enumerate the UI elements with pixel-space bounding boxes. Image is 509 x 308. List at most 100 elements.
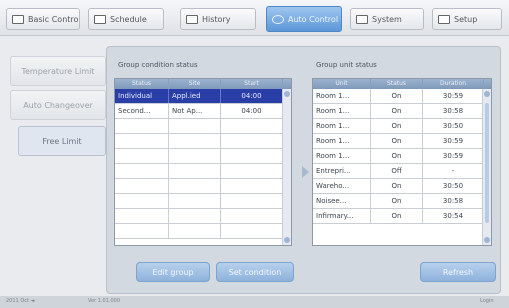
table-cell: On xyxy=(371,89,423,103)
top-nav: Basic Control Schedule History Auto Cont… xyxy=(0,0,509,36)
calendar-icon xyxy=(94,14,106,24)
table-header: Unit Status Duration xyxy=(313,79,491,89)
table-row[interactable] xyxy=(115,119,291,134)
scroll-up-icon[interactable] xyxy=(484,91,490,97)
table-row[interactable]: Room 1... On 30:59 xyxy=(313,134,491,149)
status-left: 2011 Oct ◄ xyxy=(6,298,35,304)
table-cell: Second... xyxy=(115,104,169,118)
table-row[interactable]: Individual Appl.ied 04:00 xyxy=(115,89,291,104)
scroll-thumb[interactable] xyxy=(485,103,489,223)
tab-history[interactable]: History xyxy=(180,8,256,30)
table-row[interactable] xyxy=(115,164,291,179)
table-cell: Room 1... xyxy=(313,89,371,103)
group-condition-title: Group condition status xyxy=(118,61,198,69)
table-cell: 30:50 xyxy=(423,179,484,193)
table-cell: Room 1... xyxy=(313,119,371,133)
table-cell: 04:00 xyxy=(221,104,283,118)
table-row[interactable]: Infirmary... On 30:54 xyxy=(313,209,491,224)
table-cell: 30:54 xyxy=(423,209,484,223)
monitor-icon xyxy=(12,14,24,24)
table-row[interactable]: Room 1... On 30:58 xyxy=(313,104,491,119)
table-header: Status Site Start xyxy=(115,79,291,89)
table-cell: Individual xyxy=(115,89,169,103)
scrollbar[interactable] xyxy=(482,89,491,245)
group-unit-table: Unit Status Duration Room 1... On 30:59 … xyxy=(312,78,492,246)
table-row[interactable]: Entrepri... Off - xyxy=(313,164,491,179)
history-icon xyxy=(186,14,198,24)
table-cell: On xyxy=(371,119,423,133)
tab-label: Basic Control xyxy=(28,14,80,24)
column-header: Duration xyxy=(423,79,484,89)
table-cell: On xyxy=(371,209,423,223)
scroll-up-icon[interactable] xyxy=(284,91,290,97)
scrollbar[interactable] xyxy=(282,89,291,245)
status-version: Ver 1.01.000 xyxy=(88,298,121,304)
table-row[interactable]: Room 1... On 30:59 xyxy=(313,149,491,164)
table-cell: 30:59 xyxy=(423,89,484,103)
table-row[interactable]: Second... Not Ap... 04:00 xyxy=(115,104,291,119)
status-login[interactable]: Login xyxy=(480,298,494,304)
column-header: Unit xyxy=(313,79,371,89)
table-row[interactable] xyxy=(115,149,291,164)
table-row[interactable] xyxy=(115,224,291,239)
table-row[interactable]: Room 1... On 30:59 xyxy=(313,89,491,104)
sidebar-item-temperature-limit[interactable]: Temperature Limit xyxy=(10,56,106,86)
table-cell: Appl.ied xyxy=(169,89,221,103)
button-label: Refresh xyxy=(442,267,474,277)
table-cell: Off xyxy=(371,164,423,178)
tab-label: System xyxy=(372,14,402,24)
column-header: Status xyxy=(115,79,169,89)
table-cell: 04:00 xyxy=(221,89,283,103)
tab-label: Auto Control xyxy=(288,14,339,24)
table-cell: 30:58 xyxy=(423,194,484,208)
table-cell: 30:58 xyxy=(423,104,484,118)
table-row[interactable] xyxy=(115,179,291,194)
group-condition-table: Status Site Start Individual Appl.ied 04… xyxy=(114,78,292,246)
scroll-down-icon[interactable] xyxy=(484,237,490,243)
table-cell: Room 1... xyxy=(313,149,371,163)
column-header: Status xyxy=(371,79,423,89)
table-cell: On xyxy=(371,194,423,208)
auto-control-icon xyxy=(272,14,284,24)
tab-auto-control[interactable]: Auto Control xyxy=(266,6,342,32)
button-label: Edit group xyxy=(152,267,194,277)
group-unit-title: Group unit status xyxy=(316,61,377,69)
table-cell: On xyxy=(371,149,423,163)
sidebar-item-auto-changeover[interactable]: Auto Changeover xyxy=(10,90,106,120)
tab-label: History xyxy=(202,14,231,24)
tab-label: Setup xyxy=(454,14,478,24)
table-cell: Wareho... xyxy=(313,179,371,193)
table-row[interactable] xyxy=(115,194,291,209)
table-cell: 30:59 xyxy=(423,149,484,163)
tab-basic-control[interactable]: Basic Control xyxy=(6,8,80,30)
tab-system[interactable]: System xyxy=(350,8,424,30)
table-row[interactable]: Noisee... On 30:58 xyxy=(313,194,491,209)
scroll-down-icon[interactable] xyxy=(284,237,290,243)
table-cell: On xyxy=(371,134,423,148)
arrow-right-icon xyxy=(302,166,309,178)
table-row[interactable] xyxy=(115,209,291,224)
sidebar-item-label: Free Limit xyxy=(42,136,82,146)
table-cell: Room 1... xyxy=(313,134,371,148)
tab-schedule[interactable]: Schedule xyxy=(88,8,164,30)
table-cell: Noisee... xyxy=(313,194,371,208)
sidebar-item-label: Auto Changeover xyxy=(23,100,93,110)
sidebar-item-free-limit[interactable]: Free Limit xyxy=(18,126,106,156)
column-header: Site xyxy=(169,79,221,89)
table-cell: Room 1... xyxy=(313,104,371,118)
system-icon xyxy=(356,14,368,24)
table-cell: - xyxy=(423,164,484,178)
refresh-button[interactable]: Refresh xyxy=(420,262,496,282)
table-cell: On xyxy=(371,179,423,193)
setup-icon xyxy=(438,14,450,24)
table-cell: 30:50 xyxy=(423,119,484,133)
set-condition-button[interactable]: Set condition xyxy=(216,262,294,282)
column-header: Start xyxy=(221,79,283,89)
edit-group-button[interactable]: Edit group xyxy=(136,262,210,282)
table-row[interactable]: Wareho... On 30:50 xyxy=(313,179,491,194)
table-row[interactable]: Room 1... On 30:50 xyxy=(313,119,491,134)
tab-setup[interactable]: Setup xyxy=(432,8,502,30)
button-label: Set condition xyxy=(228,267,282,277)
table-cell: Entrepri... xyxy=(313,164,371,178)
table-row[interactable] xyxy=(115,134,291,149)
